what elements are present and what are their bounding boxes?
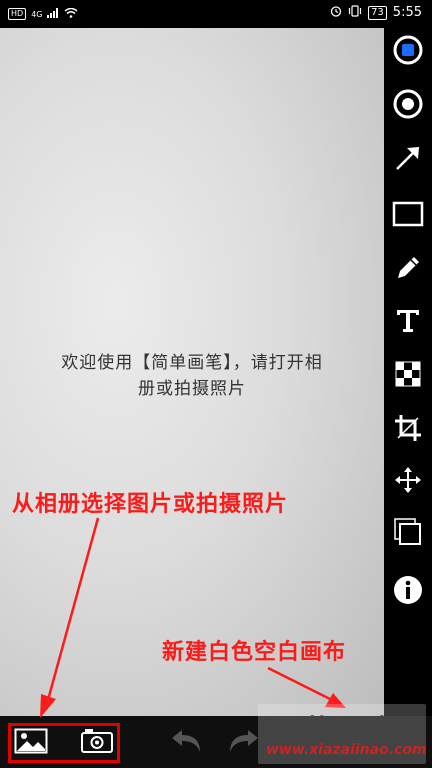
camera-icon	[80, 728, 114, 758]
undo-icon	[170, 728, 204, 758]
signal-icon	[47, 7, 59, 21]
tool-info[interactable]	[392, 576, 424, 608]
welcome-line-2: 册或拍摄照片	[138, 379, 246, 399]
alarm-icon	[330, 5, 342, 20]
arrow-icon	[392, 142, 424, 178]
radio-circle-icon	[392, 88, 424, 124]
image-icon	[14, 728, 48, 758]
hd-badge: HD	[8, 8, 27, 20]
tool-rectangle[interactable]	[392, 200, 424, 232]
tool-layers[interactable]	[392, 518, 424, 550]
tool-pencil[interactable]	[392, 254, 424, 286]
tool-mosaic[interactable]	[392, 360, 424, 392]
undo-button[interactable]	[170, 729, 204, 757]
crop-icon	[392, 412, 424, 448]
redo-icon	[226, 728, 260, 758]
status-bar: HD 4G 73 5:55	[0, 0, 432, 28]
drawing-canvas[interactable]: 欢迎使用【简单画笔】，请打开相 册或拍摄照片	[0, 28, 384, 716]
tool-crop[interactable]	[392, 414, 424, 446]
battery-level: 73	[368, 5, 387, 20]
welcome-line-1: 欢迎使用【简单画笔】，请打开相	[61, 353, 323, 373]
tool-text[interactable]	[392, 306, 424, 338]
record-dot-icon	[392, 34, 424, 70]
network-label: 4G	[31, 9, 43, 19]
pencil-icon	[392, 252, 424, 288]
open-gallery-button[interactable]	[14, 728, 48, 758]
checkerboard-icon	[392, 358, 424, 394]
annotation-select-photo: 从相册选择图片或拍摄照片	[12, 492, 289, 517]
vibrate-icon	[348, 5, 362, 20]
status-time: 5:55	[392, 5, 422, 20]
annotation-new-canvas: 新建白色空白画布	[162, 640, 347, 665]
tool-arrow[interactable]	[392, 144, 424, 176]
tool-sidebar	[384, 28, 432, 716]
tool-color-dot[interactable]	[392, 34, 424, 70]
tool-move[interactable]	[392, 466, 424, 498]
watermark-url: www.xiazaiinao.com	[266, 742, 427, 758]
text-t-icon	[392, 304, 424, 340]
move-icon	[392, 464, 424, 500]
tool-circle[interactable]	[392, 88, 424, 124]
layers-icon	[392, 516, 424, 552]
take-photo-button[interactable]	[80, 729, 114, 757]
watermark: 下载写应用 www.xiazaiinao.com	[258, 704, 427, 764]
info-icon	[392, 574, 424, 610]
wifi-icon	[64, 7, 78, 21]
rectangle-icon	[392, 198, 424, 234]
welcome-message: 欢迎使用【简单画笔】，请打开相 册或拍摄照片	[30, 350, 354, 402]
redo-button[interactable]	[226, 729, 260, 757]
